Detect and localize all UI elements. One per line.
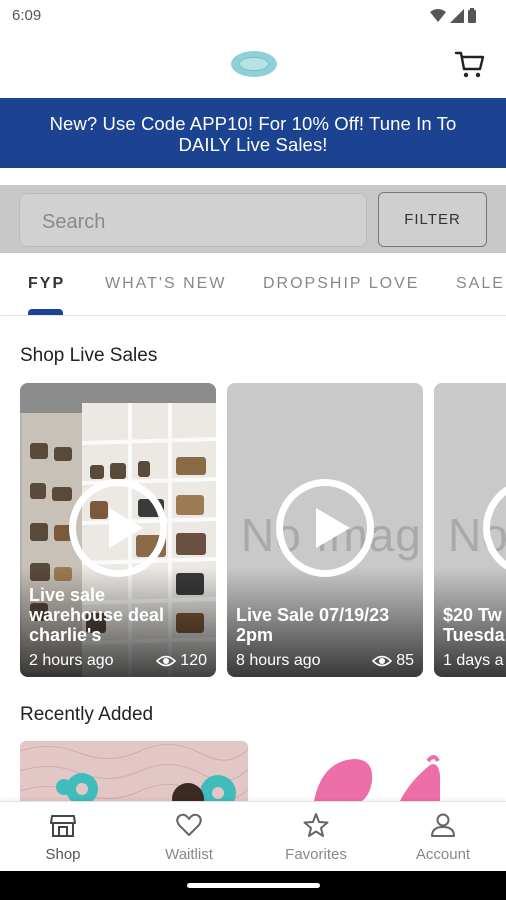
app-bar (0, 32, 506, 98)
tab-dropship-love[interactable]: DROPSHIP LOVE (263, 275, 419, 293)
product-image (262, 741, 488, 801)
shop-icon (50, 815, 76, 837)
title-line: Live Sale 07/19/23 (236, 605, 390, 625)
title-line: charlie's (29, 625, 102, 645)
person-icon (431, 813, 455, 837)
view-count-value: 85 (396, 652, 414, 669)
tab-whats-new[interactable]: WHAT'S NEW (105, 275, 226, 293)
search-input[interactable]: Search (19, 193, 367, 247)
live-sale-card[interactable]: Live sale warehouse deal charlie's 2 hou… (20, 383, 216, 677)
recent-product-card[interactable] (262, 741, 488, 801)
live-sale-time: 1 days a (443, 652, 504, 669)
title-line: Live sale (29, 585, 106, 605)
tab-fyp[interactable]: FYP (28, 275, 65, 293)
title-line: Tuesda (443, 625, 505, 645)
star-icon (303, 813, 329, 837)
live-sale-time: 8 hours ago (236, 652, 321, 669)
category-tabs: FYP WHAT'S NEW DROPSHIP LOVE SALE (0, 253, 506, 316)
recently-added-title: Recently Added (20, 704, 154, 725)
view-count-value: 120 (180, 652, 207, 669)
active-tab-indicator (28, 309, 63, 315)
live-sale-card[interactable]: No Image $20 Tw Tuesda 1 days a (434, 383, 506, 677)
eye-icon (372, 655, 393, 667)
play-icon[interactable] (69, 479, 167, 577)
status-bar: 6:09 (0, 0, 506, 32)
nav-shop-label: Shop (45, 846, 81, 863)
nav-waitlist[interactable]: Waitlist (139, 812, 239, 863)
promo-line-1: New? Use Code APP10! For 10% Off! Tune I… (49, 113, 457, 134)
battery-icon (468, 8, 476, 23)
boutique-logo-icon[interactable] (231, 51, 277, 77)
title-line: 2pm (236, 625, 274, 645)
live-sale-card[interactable]: No Image Live Sale 07/19/23 2pm 8 hours … (227, 383, 423, 677)
nav-favorites[interactable]: Favorites (266, 812, 366, 863)
search-bar-area: Search FILTER (0, 185, 506, 253)
cart-icon[interactable] (454, 48, 486, 80)
live-sale-title: $20 Tw Tuesda (443, 605, 505, 645)
product-image (20, 741, 248, 801)
tab-sale[interactable]: SALE (456, 275, 505, 293)
signal-icon (450, 8, 464, 23)
bottom-navigation: Shop Waitlist Favorites Account (0, 801, 506, 871)
view-count: 120 (156, 652, 207, 670)
live-sale-title: Live Sale 07/19/23 2pm (236, 605, 389, 645)
live-sales-title: Shop Live Sales (20, 345, 158, 366)
title-line: warehouse deal (29, 605, 165, 625)
nav-account-label: Account (415, 846, 471, 863)
promo-line-2: DAILY Live Sales! (178, 134, 328, 155)
view-count: 85 (372, 652, 414, 670)
live-sale-time: 2 hours ago (29, 652, 114, 669)
live-sale-title: Live sale warehouse deal charlie's (29, 585, 164, 645)
eye-icon (156, 655, 177, 667)
heart-icon (176, 813, 202, 836)
nav-favorites-label: Favorites (285, 846, 347, 863)
nav-account[interactable]: Account (393, 812, 493, 863)
title-line: $20 Tw (443, 605, 502, 625)
gesture-bar (0, 871, 506, 900)
nav-shop[interactable]: Shop (13, 812, 113, 863)
status-time: 6:09 (12, 7, 42, 24)
play-icon[interactable] (483, 479, 506, 577)
search-placeholder: Search (42, 211, 106, 233)
wifi-icon (430, 8, 446, 22)
home-gesture-handle[interactable] (187, 883, 320, 888)
promo-banner[interactable]: New? Use Code APP10! For 10% Off! Tune I… (0, 98, 506, 168)
filter-button[interactable]: FILTER (378, 192, 487, 247)
nav-waitlist-label: Waitlist (165, 846, 213, 863)
status-icons (430, 8, 476, 23)
recent-product-card[interactable] (20, 741, 248, 801)
play-icon[interactable] (276, 479, 374, 577)
